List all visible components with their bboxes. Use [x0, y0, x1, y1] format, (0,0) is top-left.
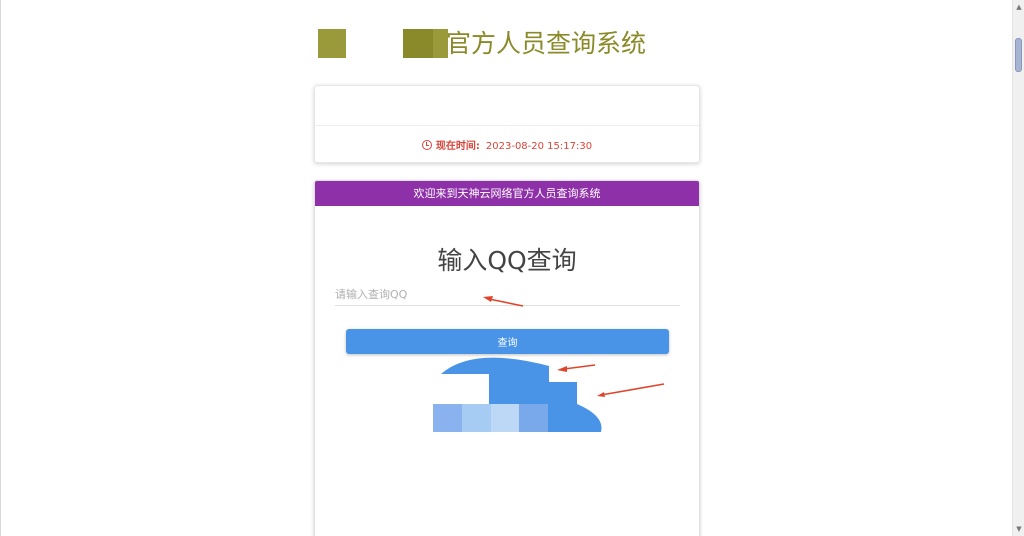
chevron-down-icon[interactable]: ▼ [1013, 522, 1024, 536]
pixelated-logo-block [318, 29, 346, 58]
time-card-top-section [315, 86, 699, 126]
site-title: 官方人员查询系统 [446, 29, 647, 58]
pixelated-logo-block [403, 29, 433, 58]
pixelated-image [433, 357, 602, 432]
query-button[interactable]: 查询 [346, 329, 669, 354]
time-value: 2023-08-20 15:17:30 [485, 141, 593, 152]
time-card: 现在时间: 2023-08-20 15:17:30 [314, 85, 700, 163]
chevron-up-icon[interactable]: ▲ [1013, 0, 1024, 14]
clock-icon [421, 140, 432, 150]
time-label: 现在时间: [435, 141, 480, 152]
site-header: 官方人员查询系统 [314, 22, 701, 62]
current-time-row: 现在时间: 2023-08-20 15:17:30 [315, 137, 699, 152]
qq-search-input[interactable] [335, 283, 680, 306]
panel-heading: 输入QQ查询 [437, 246, 577, 275]
page-scrollbar[interactable]: ▲ ▼ [1012, 0, 1024, 536]
scrollbar-thumb[interactable] [1015, 38, 1022, 72]
panel-header: 欢迎来到天神云网络官方人员查询系统 [315, 181, 699, 206]
browser-viewport: 官方人员查询系统 现在时间: 2023-08-20 15:17:30 欢迎来到天神… [0, 0, 1024, 536]
